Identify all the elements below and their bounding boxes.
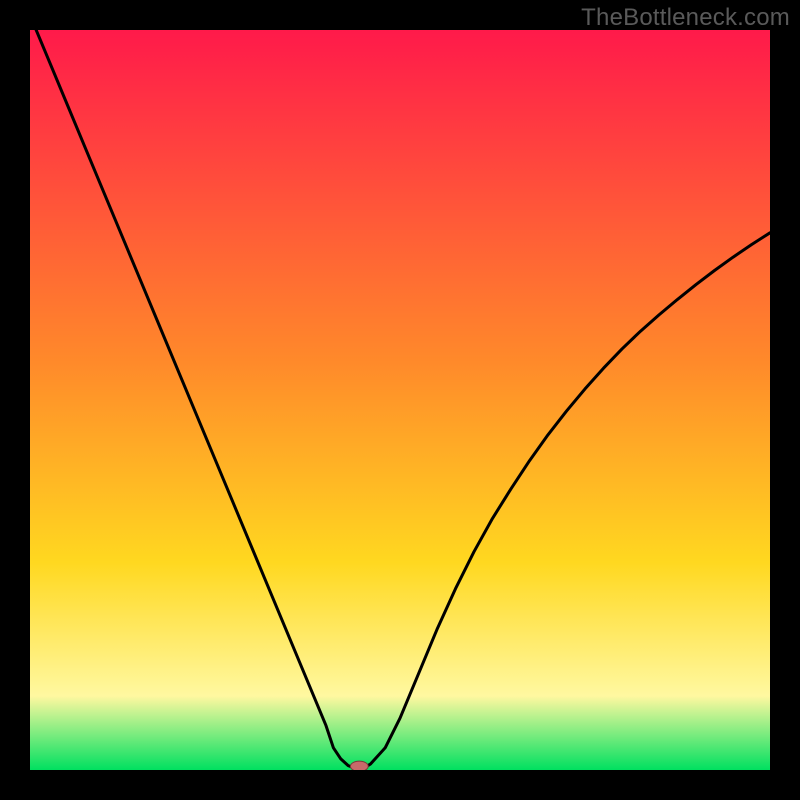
chart-frame: TheBottleneck.com bbox=[0, 0, 800, 800]
bottleneck-chart bbox=[30, 30, 770, 770]
gradient-background bbox=[30, 30, 770, 770]
optimal-point-marker bbox=[350, 761, 368, 770]
watermark-text: TheBottleneck.com bbox=[581, 4, 790, 32]
plot-area bbox=[30, 30, 770, 770]
